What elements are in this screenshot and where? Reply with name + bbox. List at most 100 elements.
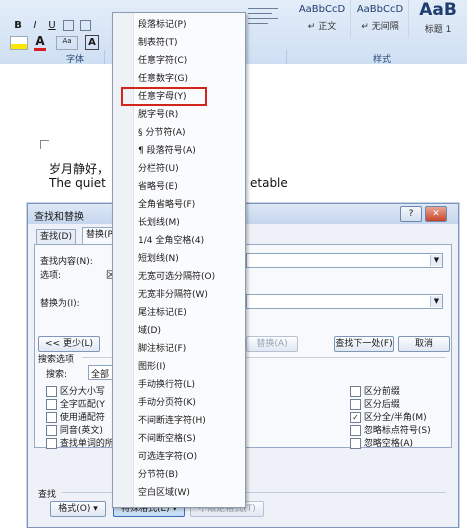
- checkbox[interactable]: [46, 386, 57, 397]
- format-icons: [63, 20, 103, 31]
- style-heading1[interactable]: AaB 标题 1: [410, 0, 466, 38]
- style-name: ↵ 无间隔: [361, 22, 399, 32]
- bold-button[interactable]: B: [10, 18, 26, 34]
- search-options-label: 搜索选项: [38, 355, 75, 365]
- menu-item[interactable]: 短划线(N): [113, 251, 245, 268]
- doc-line-2-end[interactable]: etable: [250, 176, 288, 190]
- find-section-label: 查找: [38, 490, 57, 500]
- checkbox[interactable]: [46, 425, 57, 436]
- less-button[interactable]: << 更少(L): [38, 336, 100, 352]
- italic-button[interactable]: I: [27, 18, 43, 34]
- checkbox[interactable]: [350, 399, 361, 410]
- checkbox[interactable]: [46, 412, 57, 423]
- option-label: 区分后缀: [363, 400, 400, 410]
- menu-item[interactable]: § 分节符(A): [113, 125, 245, 142]
- help-button[interactable]: ?: [400, 206, 422, 222]
- option-row[interactable]: 同音(英文): [46, 423, 103, 436]
- option-label: 忽略空格(A): [363, 439, 414, 449]
- menu-item[interactable]: 省略号(E): [113, 179, 245, 196]
- search-select[interactable]: 全部: [88, 365, 114, 380]
- margin-corner-mark: [40, 140, 49, 149]
- group-divider: [104, 50, 105, 64]
- menu-item[interactable]: 图形(I): [113, 359, 245, 376]
- menu-item[interactable]: 全角省略号(F): [113, 197, 245, 214]
- option-row[interactable]: 忽略标点符号(S): [350, 423, 431, 436]
- group-divider: [286, 50, 287, 64]
- option-row[interactable]: 忽略空格(A): [350, 436, 413, 449]
- replace-label: 替换为(I):: [40, 299, 80, 309]
- tab-find[interactable]: 查找(D): [36, 229, 76, 245]
- options-label: 选项:: [40, 271, 62, 281]
- menu-item[interactable]: 分栏符(U): [113, 161, 245, 178]
- menu-item[interactable]: 任意数字(G): [113, 71, 245, 88]
- char-shading-icon[interactable]: Aa: [56, 36, 78, 50]
- style-name: ↵ 正文: [307, 22, 337, 32]
- format-button[interactable]: 格式(O) ▾: [50, 501, 106, 517]
- highlight-color-icon[interactable]: [10, 36, 28, 50]
- menu-item[interactable]: 无宽非分隔符(W): [113, 287, 245, 304]
- checkbox[interactable]: [46, 438, 57, 449]
- menu-item[interactable]: 制表符(T): [113, 35, 245, 52]
- menu-item[interactable]: 手动分页符(K): [113, 395, 245, 412]
- search-value: 全部: [91, 370, 110, 380]
- option-label: 使用通配符: [59, 413, 105, 423]
- menu-item[interactable]: 任意字符(C): [113, 53, 245, 70]
- option-row[interactable]: 区分大小写: [46, 384, 105, 397]
- menu-item[interactable]: 空白区域(W): [113, 485, 245, 502]
- checkbox[interactable]: [350, 438, 361, 449]
- dialog-title: 查找和替换: [34, 212, 84, 223]
- char-border-icon[interactable]: A: [85, 35, 99, 50]
- menu-item[interactable]: ¶ 段落符号(A): [113, 143, 245, 160]
- menu-item[interactable]: 域(D): [113, 323, 245, 340]
- doc-line-1[interactable]: 岁月静好，: [49, 160, 109, 177]
- doc-line-2[interactable]: The quiet: [49, 176, 106, 190]
- right-options: 区分前缀 区分后缀 ✓ 区分全/半角(M) 忽略标点符号(S) 忽略空格(A): [350, 384, 450, 464]
- chevron-down-icon[interactable]: ▼: [430, 296, 442, 307]
- option-row[interactable]: 使用通配符: [46, 410, 105, 423]
- checkbox[interactable]: [350, 386, 361, 397]
- menu-item[interactable]: 脚注标记(F): [113, 341, 245, 358]
- option-row[interactable]: 全字匹配(Y: [46, 397, 105, 410]
- menu-item[interactable]: 不间断连字符(H): [113, 413, 245, 430]
- highlight-box: [121, 87, 207, 106]
- find-next-button[interactable]: 查找下一处(F): [334, 336, 394, 352]
- menu-item[interactable]: 手动换行符(L): [113, 377, 245, 394]
- menu-item[interactable]: 不间断空格(S): [113, 431, 245, 448]
- menu-item[interactable]: 脱字号(R): [113, 107, 245, 124]
- menu-item[interactable]: 1/4 全角空格(4): [113, 233, 245, 250]
- style-preview: AaB: [419, 0, 457, 20]
- find-input[interactable]: ▼: [246, 253, 443, 268]
- option-label: 区分前缀: [363, 387, 400, 397]
- underline-button[interactable]: U: [44, 18, 60, 34]
- replace-button[interactable]: 替换(A): [246, 336, 298, 352]
- option-label: 区分大小写: [59, 387, 105, 397]
- option-row[interactable]: 查找单词的所: [46, 436, 114, 449]
- menu-item[interactable]: 无宽可选分隔符(O): [113, 269, 245, 286]
- font-color-icon[interactable]: A: [34, 34, 46, 51]
- menu-item[interactable]: 长划线(M): [113, 215, 245, 232]
- style-normal[interactable]: AaBbCcD ↵ 正文: [294, 0, 351, 38]
- search-label: 搜索:: [46, 370, 68, 380]
- paragraph-icons: [248, 4, 288, 44]
- option-label: 同音(英文): [59, 426, 103, 436]
- menu-item[interactable]: 段落标记(P): [113, 17, 245, 34]
- close-button[interactable]: ✕: [425, 206, 447, 222]
- checkbox-checked[interactable]: ✓: [350, 412, 361, 423]
- style-preview: AaBbCcD: [298, 4, 346, 15]
- menu-item[interactable]: 分节符(B): [113, 467, 245, 484]
- option-label: 查找单词的所: [59, 439, 114, 449]
- chevron-down-icon[interactable]: ▼: [430, 255, 442, 266]
- option-row[interactable]: ✓ 区分全/半角(M): [350, 410, 427, 423]
- style-no-spacing[interactable]: AaBbCcD ↵ 无间隔: [352, 0, 409, 38]
- checkbox[interactable]: [350, 425, 361, 436]
- menu-item[interactable]: 可选连字符(O): [113, 449, 245, 466]
- option-row[interactable]: 区分后缀: [350, 397, 400, 410]
- option-label: 全字匹配(Y: [59, 400, 105, 410]
- option-row[interactable]: 区分前缀: [350, 384, 400, 397]
- menu-item[interactable]: 尾注标记(E): [113, 305, 245, 322]
- replace-input[interactable]: ▼: [246, 294, 443, 309]
- style-name: 标题 1: [424, 25, 452, 35]
- option-label: 区分全/半角(M): [363, 413, 427, 423]
- checkbox[interactable]: [46, 399, 57, 410]
- cancel-button[interactable]: 取消: [398, 336, 450, 352]
